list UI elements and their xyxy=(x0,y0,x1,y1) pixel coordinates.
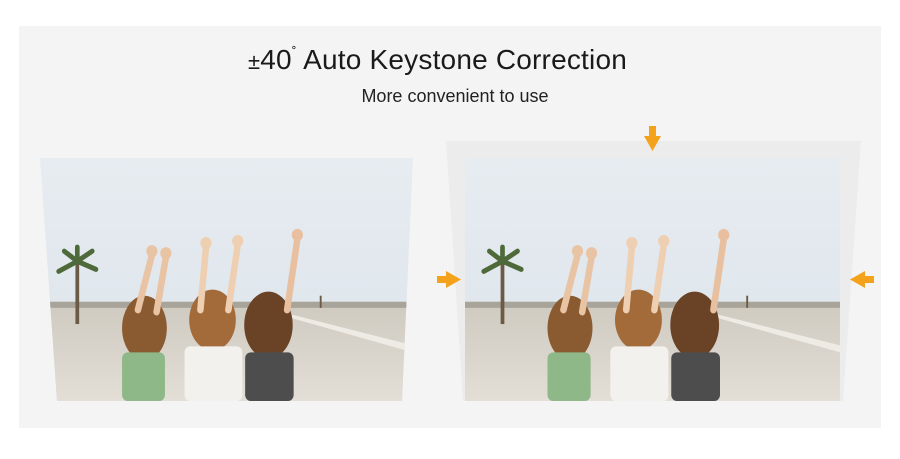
keystone-illustration xyxy=(0,126,874,401)
photo-before-keystone xyxy=(40,158,413,401)
photo-after-keystone xyxy=(465,158,840,401)
arrow-left-icon xyxy=(850,271,874,288)
